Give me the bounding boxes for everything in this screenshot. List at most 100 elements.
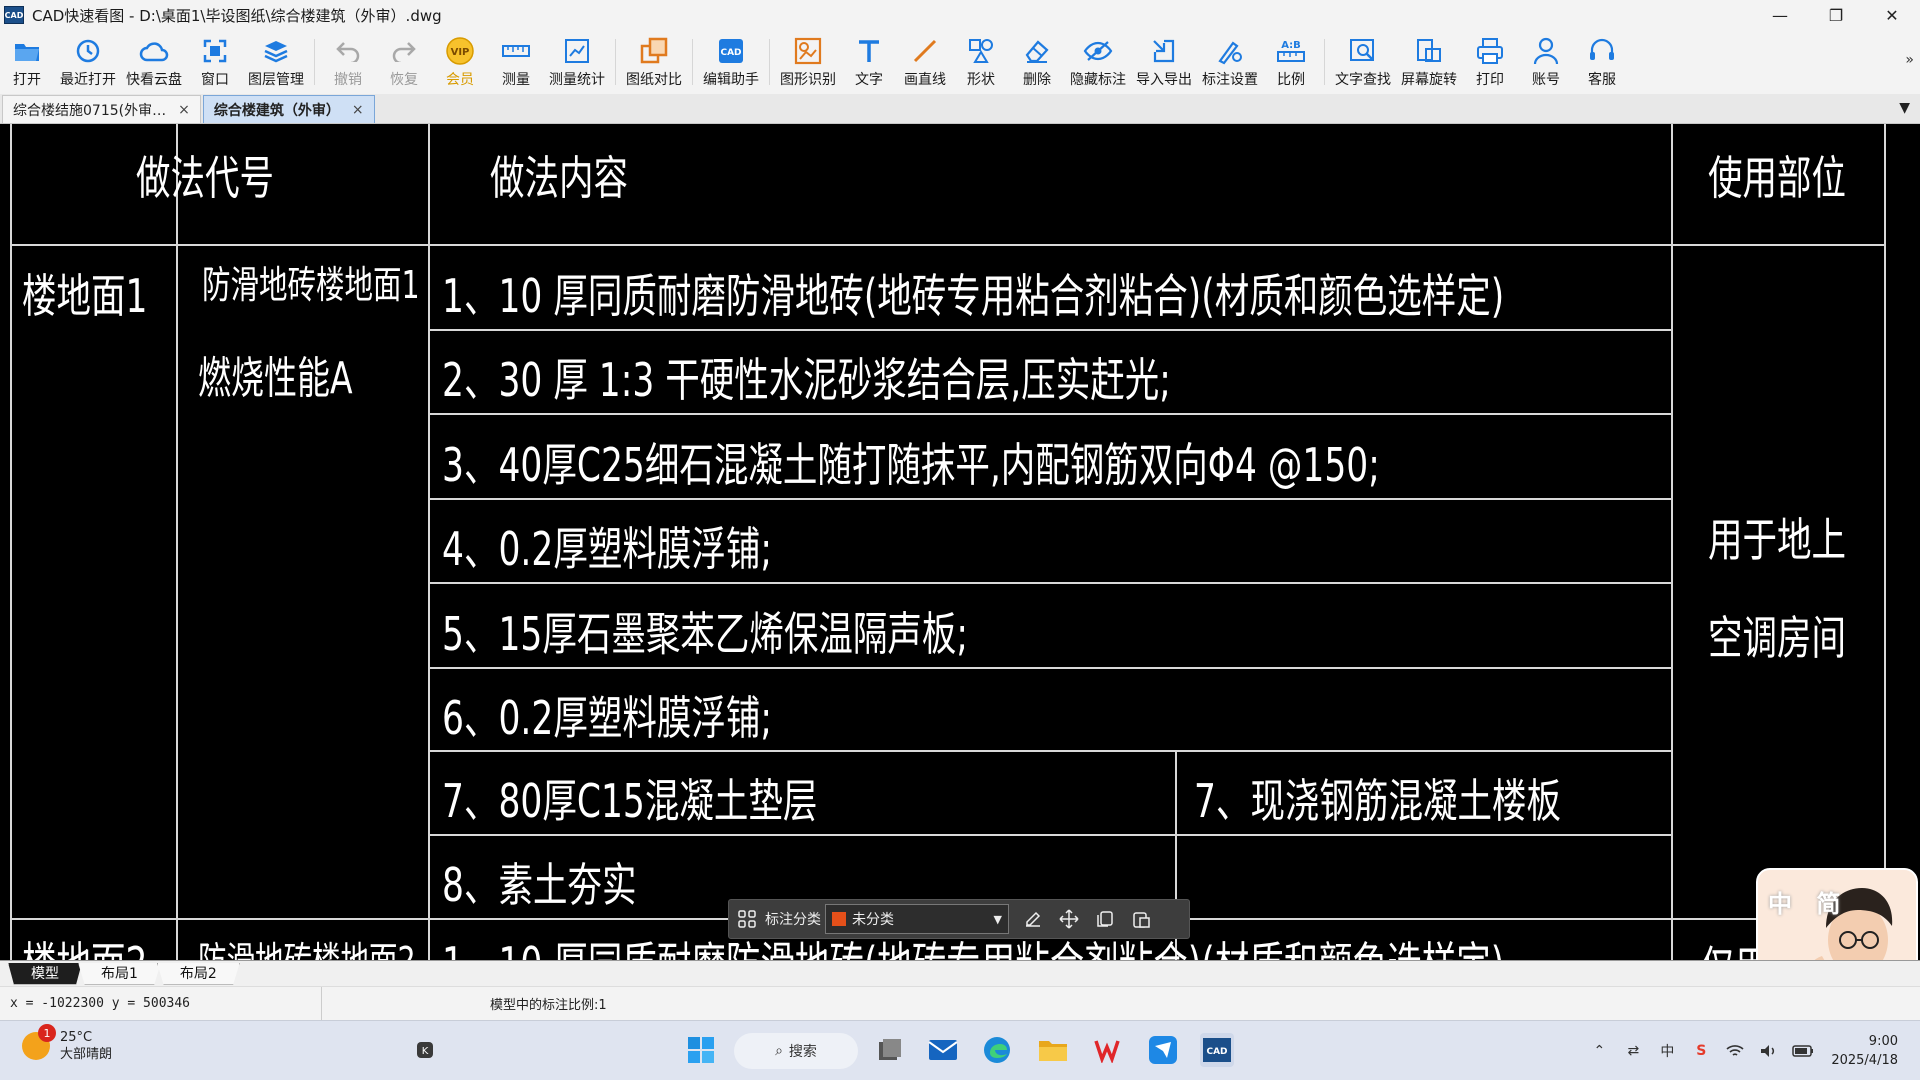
step-7: 7、80厚C15混凝土垫层	[442, 774, 818, 828]
edit-assistant-button[interactable]: CAD 编辑助手	[703, 30, 759, 94]
table-line	[428, 329, 1673, 331]
shape-recognize-label: 图形识别	[780, 72, 836, 88]
layer-manager-button[interactable]: 图层管理	[248, 30, 304, 94]
text-icon	[854, 36, 884, 66]
delete-button[interactable]: 删除	[1014, 30, 1060, 94]
window-button[interactable]: 窗口	[192, 30, 238, 94]
import-export-button[interactable]: 导入导出	[1136, 30, 1192, 94]
maximize-button[interactable]: ❐	[1808, 0, 1864, 30]
annotation-settings-button[interactable]: 标注设置	[1202, 30, 1258, 94]
copy-icon[interactable]	[1087, 901, 1123, 937]
tab-structural-drawing[interactable]: 综合楼结施0715(外审… ×	[2, 95, 201, 123]
paper-plane-app-icon[interactable]	[1146, 1033, 1180, 1067]
rotate-screen-icon	[1414, 36, 1444, 66]
account-button[interactable]: 账号	[1523, 30, 1569, 94]
open-button[interactable]: 打开	[4, 30, 50, 94]
chevron-down-icon: ▼	[993, 912, 1002, 926]
draw-line-label: 画直线	[904, 72, 946, 88]
hide-annotations-button[interactable]: 隐藏标注	[1070, 30, 1126, 94]
shapes-button[interactable]: 形状	[958, 30, 1004, 94]
compare-drawings-label: 图纸对比	[626, 72, 682, 88]
header-code: 做法代号	[136, 151, 274, 205]
shape-recognize-button[interactable]: 图形识别	[780, 30, 836, 94]
battery-icon[interactable]	[1789, 1045, 1817, 1057]
text-tool-button[interactable]: 文字	[846, 30, 892, 94]
window-fit-icon	[200, 36, 230, 66]
toolbar-overflow-button[interactable]: »	[1905, 52, 1914, 68]
table-line	[1884, 124, 1886, 960]
toolbar-separator	[692, 39, 693, 85]
drawing-canvas[interactable]: 做法代号 做法内容 使用部位 楼地面1 防滑地砖楼地面1 燃烧性能A 1、10 …	[0, 124, 1920, 960]
file-explorer-icon[interactable]	[1036, 1033, 1070, 1067]
text-search-button[interactable]: 文字查找	[1335, 30, 1391, 94]
close-window-button[interactable]: ✕	[1864, 0, 1920, 30]
sogou-input-icon[interactable]: S	[1687, 1043, 1715, 1059]
scale-button[interactable]: A:B 比例	[1268, 30, 1314, 94]
move-icon[interactable]	[1051, 901, 1087, 937]
tab-label: 综合楼结施0715(外审…	[13, 102, 167, 119]
chevron-up-icon[interactable]: ⌃	[1585, 1043, 1613, 1059]
input-settings-icon[interactable]: ⇄	[1619, 1043, 1647, 1059]
compare-drawings-button[interactable]: 图纸对比	[626, 30, 682, 94]
measure-label: 测量	[502, 72, 530, 88]
measure-stats-button[interactable]: 测量统计	[549, 30, 605, 94]
annotation-category-select[interactable]: 未分类 ▼	[825, 904, 1009, 934]
avatar-badge: 中 简	[1768, 890, 1849, 918]
shapes-label: 形状	[967, 72, 995, 88]
edge-browser-icon[interactable]	[980, 1033, 1014, 1067]
table-line	[428, 667, 1673, 669]
cad-viewer-taskbar-icon[interactable]: CAD	[1200, 1033, 1234, 1067]
tab-model[interactable]: 模型	[8, 962, 82, 985]
usage-line-2: 空调房间	[1708, 611, 1846, 665]
mail-app-icon[interactable]	[926, 1033, 960, 1067]
tab-close-icon[interactable]: ×	[352, 102, 364, 118]
weather-widget[interactable]: 1 25°C 大部晴朗	[22, 1024, 113, 1063]
tab-layout-2[interactable]: 布局2	[156, 962, 240, 985]
taskbar-search-button[interactable]: ⌕ 搜索	[734, 1033, 858, 1069]
draw-line-button[interactable]: 画直线	[902, 30, 948, 94]
edit-assistant-icon: CAD	[716, 36, 746, 66]
history-icon	[73, 36, 103, 66]
customer-service-button[interactable]: 客服	[1579, 30, 1625, 94]
text-tool-label: 文字	[855, 72, 883, 88]
vip-button[interactable]: VIP 会员	[437, 30, 483, 94]
rotate-screen-button[interactable]: 屏幕旋转	[1401, 30, 1457, 94]
layout-tabs: 模型 布局1 布局2	[0, 960, 1920, 986]
weather-description: 大部晴朗	[60, 1047, 113, 1062]
cloud-drive-label: 快看云盘	[126, 72, 182, 88]
tab-close-icon[interactable]: ×	[178, 102, 190, 118]
tab-label: 综合楼建筑（外审）	[213, 102, 340, 119]
toolbar-separator	[769, 39, 770, 85]
window-title: CAD快速看图 - D:\桌面1\毕设图纸\综合楼建筑（外审）.dwg	[32, 6, 442, 25]
header-usage: 使用部位	[1708, 151, 1846, 205]
shape-recognize-icon	[793, 36, 823, 66]
redo-button[interactable]: 恢复	[381, 30, 427, 94]
recent-open-button[interactable]: 最近打开	[60, 30, 116, 94]
grid-apps-icon[interactable]	[729, 901, 765, 937]
minimize-button[interactable]: —	[1752, 0, 1808, 30]
ime-mode-icon[interactable]: 中	[1653, 1041, 1681, 1061]
undo-button[interactable]: 撤销	[325, 30, 371, 94]
edit-annotation-icon[interactable]	[1015, 901, 1051, 937]
cloud-drive-button[interactable]: 快看云盘	[126, 30, 182, 94]
print-button[interactable]: 打印	[1467, 30, 1513, 94]
paste-icon[interactable]	[1123, 901, 1159, 937]
tab-layout-1[interactable]: 布局1	[78, 962, 161, 985]
windows-start-icon[interactable]	[684, 1033, 718, 1067]
line-icon	[910, 36, 940, 66]
tab-architecture-drawing[interactable]: 综合楼建筑（外审） ×	[202, 95, 375, 123]
import-export-icon	[1149, 36, 1179, 66]
layer-manager-label: 图层管理	[248, 72, 304, 88]
step-4: 4、0.2厚塑料膜浮铺;	[442, 522, 772, 576]
measure-button[interactable]: 测量	[493, 30, 539, 94]
tabs-dropdown-icon[interactable]: ▼	[1899, 100, 1910, 116]
annotation-settings-label: 标注设置	[1202, 72, 1258, 88]
header-content: 做法内容	[490, 151, 628, 205]
user-icon	[1531, 36, 1561, 66]
keyboard-app-icon[interactable]: K	[408, 1033, 442, 1067]
volume-icon[interactable]	[1755, 1044, 1783, 1058]
system-clock[interactable]: 9:00 2025/4/18	[1831, 1032, 1898, 1070]
wifi-icon[interactable]	[1721, 1044, 1749, 1058]
wps-office-icon[interactable]	[1092, 1033, 1126, 1067]
task-view-icon[interactable]	[872, 1033, 906, 1067]
